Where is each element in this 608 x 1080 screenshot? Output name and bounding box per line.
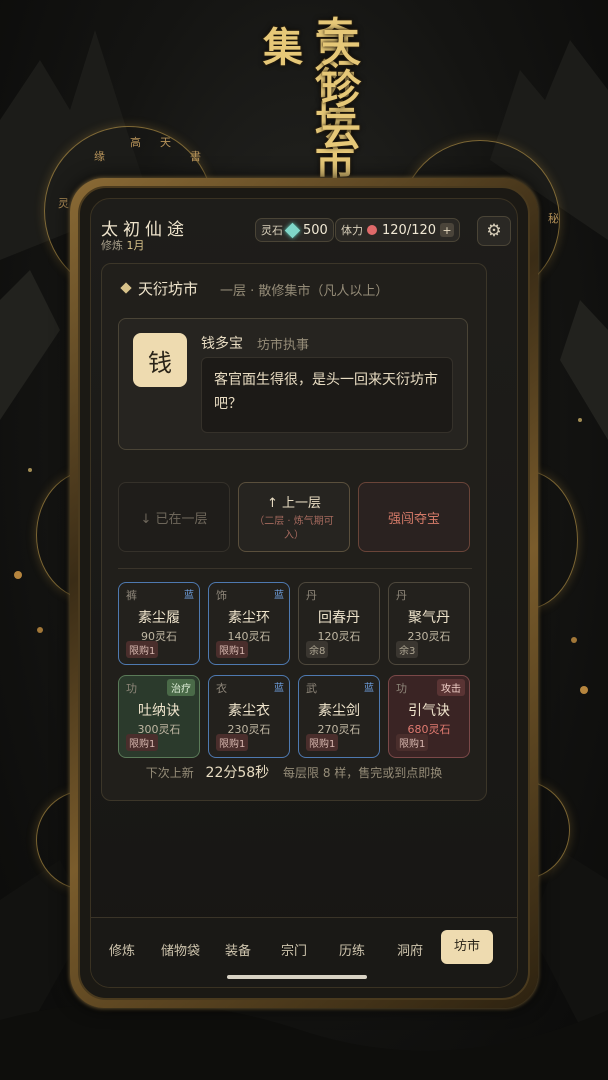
settings-button[interactable]: ⚙ (477, 216, 511, 246)
shop-item-card[interactable]: 饰 蓝 素尘环 140灵石 限购1 (208, 582, 290, 665)
item-type-tag: 攻击 (437, 679, 465, 696)
nav-item-sect[interactable]: 宗门 (281, 940, 307, 959)
item-name: 引气诀 (408, 703, 450, 719)
nav-item-adventure[interactable]: 历练 (339, 940, 365, 959)
item-limit: 限购1 (396, 734, 429, 751)
item-name: 素尘履 (138, 610, 180, 626)
item-limit: 限购1 (216, 734, 249, 751)
npc-name: 钱多宝 (201, 336, 243, 352)
location-desc: 一层 · 散修集市（凡人以上） (220, 284, 389, 299)
shop-item-card[interactable]: 丹 聚气丹 230灵石 余3 (388, 582, 470, 665)
ring-glyph: 灵 (58, 197, 69, 210)
ring-glyph: 缘 (94, 150, 105, 163)
refresh-note: 每层限 8 样，售完或到点即换 (283, 766, 443, 780)
rob-treasure-label: 强闯夺宝 (387, 511, 440, 527)
refresh-countdown: 22分58秒 (205, 765, 270, 781)
item-category: 功 (126, 682, 137, 695)
cultivation-status: 修炼 1月 (101, 237, 145, 253)
item-rarity: 蓝 (364, 683, 374, 694)
stamina-label: 体力 (341, 224, 363, 237)
item-name: 吐纳诀 (138, 703, 180, 719)
item-stock: 余8 (306, 641, 329, 658)
section-divider (118, 568, 472, 569)
title-left-column: 天珍云集 (256, 26, 361, 152)
stamina-icon (367, 225, 377, 235)
shop-item-card[interactable]: 功 治疗 吐纳诀 300灵石 限购1 (118, 675, 200, 758)
npc-role: 坊市执事 (257, 338, 310, 353)
game-title: 奇衍坊市 天珍云集 (248, 14, 361, 184)
item-limit: 限购1 (306, 734, 339, 751)
shop-item-card[interactable]: 功 攻击 引气诀 680灵石 限购1 (388, 675, 470, 758)
shop-item-card[interactable]: 丹 回春丹 120灵石 余8 (298, 582, 380, 665)
item-category: 衣 (216, 682, 227, 695)
phone-frame: 太初仙途 修炼 1月 灵石 500 体力 120/120 + ⚙ 天衍坊市 一层… (70, 178, 538, 1008)
floor-down-label: ↓ 已在一层 (140, 511, 208, 527)
ring-glyph: 天 (160, 136, 171, 149)
floor-up-button[interactable]: ↑ 上一层 （二层 · 炼气期可入） (238, 482, 350, 552)
item-category: 丹 (306, 589, 317, 602)
item-stock: 余3 (396, 641, 419, 658)
refresh-label: 下次上新 (145, 766, 194, 780)
market-panel: 天衍坊市 一层 · 散修集市（凡人以上） 钱 钱多宝 坊市执事 客官面生得很，是… (101, 263, 487, 801)
shop-item-card[interactable]: 武 蓝 素尘剑 270灵石 限购1 (298, 675, 380, 758)
floor-down-button[interactable]: ↓ 已在一层 (118, 482, 230, 552)
add-stamina-button[interactable]: + (440, 223, 455, 237)
stamina-counter[interactable]: 体力 120/120 + (335, 218, 461, 242)
item-name: 素尘剑 (318, 703, 360, 719)
spirit-stone-label: 灵石 (261, 224, 283, 237)
home-indicator[interactable] (227, 975, 367, 979)
spirit-stone-counter[interactable]: 灵石 500 (255, 218, 334, 242)
item-rarity: 蓝 (184, 590, 194, 601)
diamond-icon (120, 282, 132, 294)
floor-up-requirement: （二层 · 炼气期可入） (254, 515, 334, 541)
ring-glyph: 高 (130, 136, 141, 149)
item-name: 聚气丹 (408, 610, 450, 626)
item-limit: 限购1 (126, 641, 159, 658)
item-name: 素尘衣 (228, 703, 270, 719)
gear-icon: ⚙ (486, 221, 502, 241)
item-limit: 限购1 (216, 641, 249, 658)
spirit-stone-icon (284, 222, 301, 238)
npc-dialog-box[interactable]: 钱 钱多宝 坊市执事 客官面生得很，是头一回来天衍坊市吧？ (118, 318, 468, 450)
item-name: 素尘环 (228, 610, 270, 626)
shop-item-card[interactable]: 裤 蓝 素尘履 90灵石 限购1 (118, 582, 200, 665)
nav-item-bag[interactable]: 储物袋 (161, 940, 200, 959)
item-category: 饰 (216, 589, 227, 602)
nav-item-equipment[interactable]: 装备 (225, 940, 251, 959)
nav-item-market[interactable]: 坊市 (441, 930, 494, 964)
ring-glyph: 秘 (548, 212, 559, 225)
item-category: 丹 (396, 589, 407, 602)
spirit-stone-value: 500 (303, 222, 328, 238)
stamina-value: 120/120 (382, 222, 437, 238)
npc-avatar: 钱 (133, 333, 187, 387)
item-category: 裤 (126, 589, 137, 602)
item-name: 回春丹 (318, 610, 360, 626)
cultivation-value: 1月 (126, 239, 145, 252)
refresh-timer: 下次上新 22分58秒 每层限 8 样，售完或到点即换 (102, 762, 486, 782)
item-rarity: 蓝 (274, 590, 284, 601)
location-name: 天衍坊市 (138, 280, 199, 298)
item-limit: 限购1 (126, 734, 159, 751)
shop-item-card[interactable]: 衣 蓝 素尘衣 230灵石 限购1 (208, 675, 290, 758)
item-type-tag: 治疗 (167, 679, 195, 696)
cultivation-label: 修炼 (101, 239, 123, 252)
item-category: 功 (396, 682, 407, 695)
item-rarity: 蓝 (274, 683, 284, 694)
npc-dialog-text: 客官面生得很，是头一回来天衍坊市吧？ (201, 357, 453, 433)
app-screen: 太初仙途 修炼 1月 灵石 500 体力 120/120 + ⚙ 天衍坊市 一层… (90, 198, 518, 988)
bottom-nav: 修炼 储物袋 装备 宗门 历练 洞府 坊市 (91, 917, 517, 987)
rob-treasure-button[interactable]: 强闯夺宝 (358, 482, 470, 552)
nav-item-cultivate[interactable]: 修炼 (109, 940, 135, 959)
phone-bezel: 太初仙途 修炼 1月 灵石 500 体力 120/120 + ⚙ 天衍坊市 一层… (78, 186, 530, 1000)
item-category: 武 (306, 682, 317, 695)
ring-glyph: 書 (190, 150, 201, 163)
floor-up-label: ↑ 上一层 (266, 495, 322, 511)
nav-item-cave[interactable]: 洞府 (397, 940, 423, 959)
